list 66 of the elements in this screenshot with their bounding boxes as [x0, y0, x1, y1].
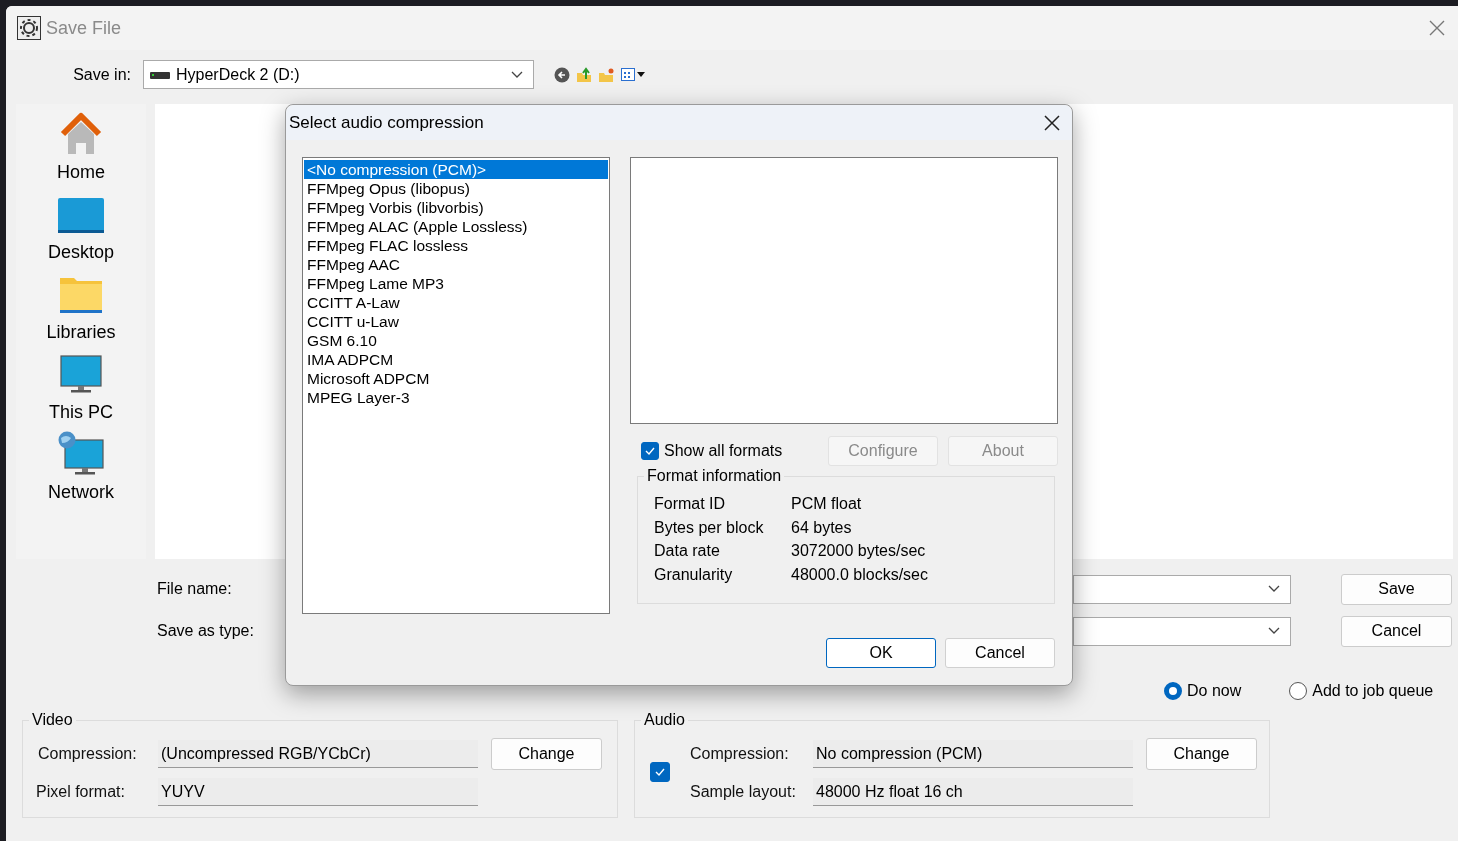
- format-item[interactable]: FFMpeg Lame MP3: [304, 274, 608, 293]
- save-button[interactable]: Save: [1341, 573, 1452, 605]
- sample-layout-label: Sample layout:: [690, 783, 797, 801]
- place-item[interactable]: Desktop: [47, 190, 114, 263]
- save-in-dropdown[interactable]: HyperDeck 2 (D:): [143, 60, 534, 89]
- network-computer-icon: [57, 430, 105, 478]
- dropdown-value: HyperDeck 2 (D:): [176, 65, 300, 84]
- format-item[interactable]: IMA ADPCM: [304, 350, 608, 369]
- radio-option[interactable]: Do now: [1164, 682, 1242, 700]
- sample-layout-field: 48000 Hz float 16 ch: [813, 778, 1133, 806]
- change-button[interactable]: Change: [491, 738, 602, 770]
- format-item[interactable]: FFMpeg Opus (libopus): [304, 179, 608, 198]
- file-name-label: File name:: [157, 580, 233, 598]
- show-all-formats-checkbox[interactable]: Show all formats: [630, 442, 818, 460]
- view-grid-icon[interactable]: [621, 68, 645, 81]
- info-label: Bytes per block: [654, 517, 765, 537]
- info-value: 48000.0 blocks/sec: [791, 564, 929, 584]
- dialog-title: Select audio compression: [289, 112, 484, 133]
- gear-icon: [17, 16, 41, 40]
- check-icon: [644, 445, 656, 457]
- info-label: Format ID: [654, 494, 727, 514]
- compression-label: Compression:: [690, 745, 790, 763]
- close-icon: [1429, 20, 1445, 36]
- close-icon: [1044, 114, 1060, 131]
- format-item[interactable]: CCITT u-Law: [304, 312, 608, 331]
- place-item[interactable]: Network: [48, 430, 114, 503]
- ok-button[interactable]: OK: [826, 638, 936, 668]
- info-label: Data rate: [654, 541, 721, 561]
- format-item[interactable]: MPEG Layer-3: [304, 388, 608, 407]
- new-folder-icon[interactable]: [598, 66, 615, 83]
- format-item[interactable]: CCITT A-Law: [304, 293, 608, 312]
- save-as-type-label: Save as type:: [157, 622, 255, 640]
- format-item[interactable]: FFMpeg FLAC lossless: [304, 236, 608, 255]
- info-value: 64 bytes: [791, 517, 853, 537]
- chevron-down-icon: [511, 70, 523, 79]
- format-item[interactable]: FFMpeg ALAC (Apple Lossless): [304, 217, 608, 236]
- format-item[interactable]: Microsoft ADPCM: [304, 369, 608, 388]
- pixel-format-field: YUYV: [158, 778, 478, 806]
- compression-field: No compression (PCM): [813, 740, 1133, 768]
- compression-field: (Uncompressed RGB/YCbCr): [158, 740, 478, 768]
- compression-label: Compression:: [37, 745, 138, 763]
- folder-up-icon[interactable]: [576, 66, 592, 83]
- cancel-button[interactable]: Cancel: [945, 638, 1055, 668]
- change-button[interactable]: Change: [1146, 738, 1257, 770]
- save-in-label: Save in:: [72, 65, 132, 84]
- back-icon[interactable]: [554, 66, 570, 83]
- cancel-button[interactable]: Cancel: [1341, 615, 1452, 647]
- save-as-type-dropdown[interactable]: [1073, 616, 1291, 646]
- place-item[interactable]: This PC: [49, 350, 113, 423]
- file-name-field[interactable]: [1073, 574, 1291, 604]
- pixel-format-label: Pixel format:: [35, 783, 126, 801]
- radio-option[interactable]: Add to job queue: [1289, 682, 1434, 700]
- window-title: Save File: [46, 17, 122, 39]
- chevron-down-icon: [1268, 585, 1280, 593]
- check-icon: [654, 766, 666, 778]
- place-item[interactable]: Libraries: [46, 270, 116, 343]
- audio-checkbox[interactable]: [650, 762, 670, 782]
- info-value: PCM float: [791, 494, 863, 514]
- format-item[interactable]: GSM 6.10: [304, 331, 608, 350]
- info-label: Granularity: [654, 564, 734, 584]
- format-item[interactable]: <No compression (PCM)>: [304, 160, 608, 179]
- format-item[interactable]: FFMpeg AAC: [304, 255, 608, 274]
- format-item[interactable]: FFMpeg Vorbis (libvorbis): [304, 198, 608, 217]
- chevron-down-icon: [1268, 627, 1280, 635]
- info-value: 3072000 bytes/sec: [791, 541, 927, 561]
- place-item[interactable]: Home: [57, 110, 105, 183]
